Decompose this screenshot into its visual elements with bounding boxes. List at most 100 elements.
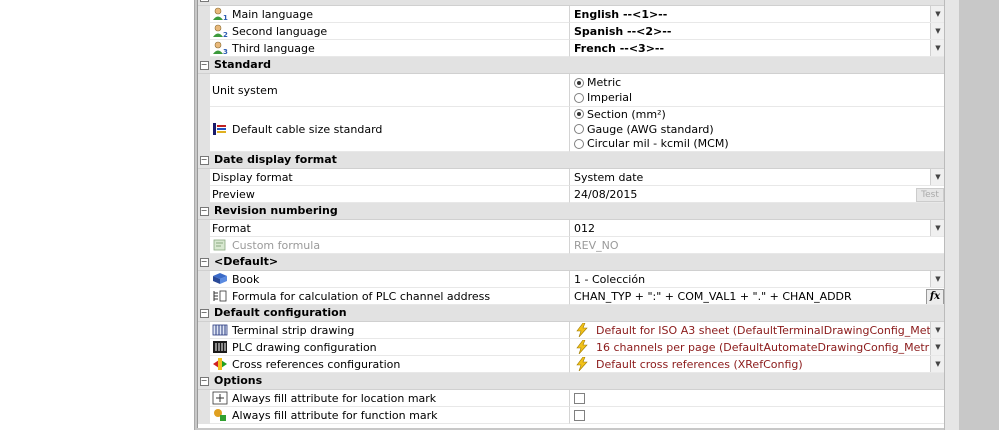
- preview-label: Preview: [212, 187, 255, 201]
- property-grid: − 1 Main language English --<1>-- ▼ 2 Se…: [197, 0, 946, 428]
- right-margin: [959, 0, 999, 430]
- row-location-mark[interactable]: Always fill attribute for location mark: [198, 390, 945, 407]
- svg-text:3: 3: [223, 48, 228, 55]
- category-title: Options: [214, 374, 263, 387]
- book-label: Book: [232, 272, 260, 286]
- collapse-toggle[interactable]: −: [198, 152, 210, 169]
- row-main-language[interactable]: 1 Main language English --<1>-- ▼: [198, 6, 945, 23]
- category-options[interactable]: − Options: [198, 373, 945, 390]
- plc-address-icon: [212, 289, 228, 303]
- lightning-icon: [576, 357, 588, 371]
- plc-formula-value: CHAN_TYP + ":" + COM_VAL1 + "." + CHAN_A…: [574, 289, 852, 303]
- radio-metric[interactable]: Metric: [574, 75, 621, 90]
- row-unit-system[interactable]: Unit system Metric Imperial: [198, 74, 945, 107]
- plc-drawing-value: 16 channels per page (DefaultAutomateDra…: [596, 340, 943, 354]
- third-language-label: Third language: [232, 41, 315, 55]
- language-1-icon: 1: [212, 7, 228, 21]
- custom-formula-value: REV_NO: [574, 238, 619, 252]
- language-2-icon: 2: [212, 24, 228, 38]
- second-language-value: Spanish --<2>--: [574, 24, 672, 38]
- category-title: Date display format: [214, 153, 337, 166]
- format-label: Format: [212, 221, 251, 235]
- cross-references-value: Default cross references (XRefConfig): [596, 357, 803, 371]
- category-date-format[interactable]: − Date display format: [198, 152, 945, 169]
- category-title: Default configuration: [214, 306, 347, 319]
- vertical-scrollbar[interactable]: [944, 0, 959, 430]
- category-title: <Default>: [214, 255, 279, 268]
- display-format-value: System date: [574, 170, 644, 184]
- location-mark-checkbox[interactable]: [574, 392, 585, 404]
- radio-gauge[interactable]: Gauge (AWG standard): [574, 122, 714, 137]
- cross-reference-icon: [212, 357, 228, 371]
- plc-drawing-label: PLC drawing configuration: [232, 340, 377, 354]
- row-second-language[interactable]: 2 Second language Spanish --<2>-- ▼: [198, 23, 945, 40]
- second-language-label: Second language: [232, 24, 328, 38]
- formula-editor-button[interactable]: fx: [926, 289, 944, 304]
- row-function-mark[interactable]: Always fill attribute for function mark: [198, 407, 945, 424]
- row-plc-drawing[interactable]: PLC drawing configuration 16 channels pe…: [198, 339, 945, 356]
- collapse-toggle[interactable]: −: [198, 373, 210, 390]
- unit-system-label: Unit system: [212, 83, 278, 97]
- formula-icon: [212, 238, 228, 252]
- terminal-strip-label: Terminal strip drawing: [232, 323, 355, 337]
- category-title: Standard: [214, 58, 272, 71]
- svg-text:2: 2: [223, 31, 228, 38]
- cable-icon: [212, 122, 228, 136]
- collapse-toggle[interactable]: −: [198, 203, 210, 220]
- row-display-format[interactable]: Display format System date ▼: [198, 169, 945, 186]
- row-custom-formula: Custom formula REV_NO: [198, 237, 945, 254]
- book-icon: [212, 272, 228, 286]
- main-language-value: English --<1>--: [574, 7, 668, 21]
- function-mark-label: Always fill attribute for function mark: [232, 408, 438, 422]
- cross-references-dropdown[interactable]: ▼: [930, 356, 945, 372]
- format-value: 012: [574, 221, 595, 235]
- function-mark-checkbox[interactable]: [574, 409, 585, 421]
- function-mark-icon: [212, 408, 228, 422]
- row-terminal-strip[interactable]: Terminal strip drawing Default for ISO A…: [198, 322, 945, 339]
- terminal-strip-value: Default for ISO A3 sheet (DefaultTermina…: [596, 323, 945, 337]
- row-third-language[interactable]: 3 Third language French --<3>-- ▼: [198, 40, 945, 57]
- row-preview: Preview 24/08/2015 Test: [198, 186, 945, 203]
- format-dropdown[interactable]: ▼: [930, 220, 945, 236]
- category-standard[interactable]: − Standard: [198, 57, 945, 74]
- language-3-icon: 3: [212, 41, 228, 55]
- custom-formula-label: Custom formula: [232, 238, 321, 252]
- radio-section[interactable]: Section (mm²): [574, 107, 666, 122]
- plc-drawing-icon: [212, 340, 228, 354]
- row-plc-formula[interactable]: Formula for calculation of PLC channel a…: [198, 288, 945, 305]
- cross-references-label: Cross references configuration: [232, 357, 401, 371]
- third-language-dropdown[interactable]: ▼: [930, 40, 945, 56]
- collapse-toggle[interactable]: −: [198, 57, 210, 74]
- category-default-configuration[interactable]: − Default configuration: [198, 305, 945, 322]
- row-cable-size[interactable]: Default cable size standard Section (mm²…: [198, 107, 945, 152]
- plc-formula-label: Formula for calculation of PLC channel a…: [232, 289, 491, 303]
- location-mark-icon: [212, 391, 228, 405]
- svg-text:1: 1: [223, 14, 228, 21]
- book-dropdown[interactable]: ▼: [930, 271, 945, 287]
- lightning-icon: [576, 323, 588, 337]
- row-cross-references[interactable]: Cross references configuration Default c…: [198, 356, 945, 373]
- plc-drawing-dropdown[interactable]: ▼: [930, 339, 945, 355]
- category-title: Revision numbering: [214, 204, 338, 217]
- lightning-icon: [576, 340, 588, 354]
- main-language-label: Main language: [232, 7, 313, 21]
- row-format[interactable]: Format 012 ▼: [198, 220, 945, 237]
- display-format-label: Display format: [212, 170, 293, 184]
- row-book[interactable]: Book 1 - Colección ▼: [198, 271, 945, 288]
- collapse-toggle[interactable]: −: [198, 305, 210, 322]
- category-revision-numbering[interactable]: − Revision numbering: [198, 203, 945, 220]
- radio-circular-mil[interactable]: Circular mil - kcmil (MCM): [574, 136, 729, 151]
- category-default[interactable]: − <Default>: [198, 254, 945, 271]
- collapse-toggle[interactable]: −: [198, 254, 210, 271]
- left-panel: [0, 0, 195, 430]
- second-language-dropdown[interactable]: ▼: [930, 23, 945, 39]
- third-language-value: French --<3>--: [574, 41, 665, 55]
- test-button[interactable]: Test: [916, 188, 944, 202]
- display-format-dropdown[interactable]: ▼: [930, 169, 945, 185]
- location-mark-label: Always fill attribute for location mark: [232, 391, 437, 405]
- preview-value: 24/08/2015: [574, 187, 638, 201]
- radio-imperial[interactable]: Imperial: [574, 90, 632, 105]
- terminal-strip-dropdown[interactable]: ▼: [930, 322, 945, 338]
- book-value: 1 - Colección: [574, 272, 646, 286]
- main-language-dropdown[interactable]: ▼: [930, 6, 945, 22]
